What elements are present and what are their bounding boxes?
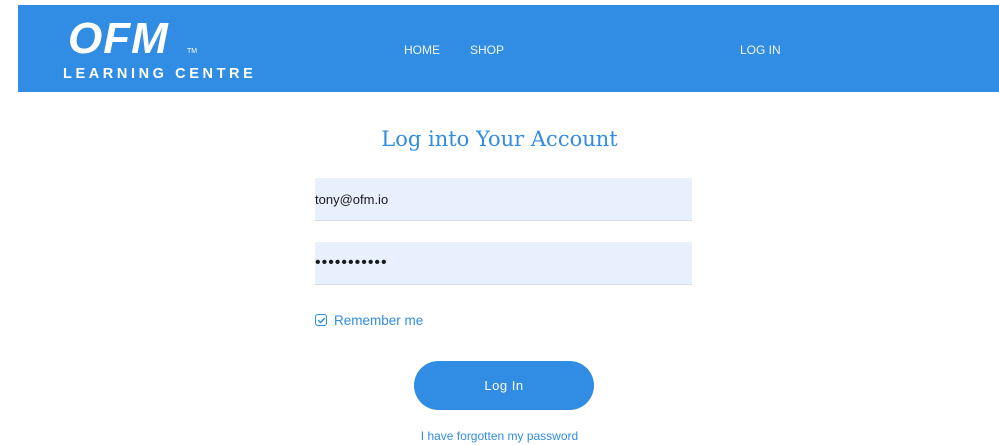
password-field[interactable] — [315, 242, 692, 285]
nav-login-link[interactable]: LOG IN — [740, 43, 781, 57]
logo-trademark: TM — [187, 48, 198, 55]
logo-mark: OFM — [68, 14, 169, 63]
logo-subtitle: LEARNING CENTRE — [63, 66, 257, 82]
forgot-password-link[interactable]: I have forgotten my password — [421, 429, 578, 443]
nav-home-link[interactable]: HOME — [404, 43, 440, 57]
top-header: OFM TM LEARNING CENTRE HOME SHOP LOG IN — [18, 5, 999, 92]
page-title: Log into Your Account — [381, 127, 618, 151]
nav-shop-link[interactable]: SHOP — [470, 43, 504, 57]
remember-me-label: Remember me — [334, 312, 424, 328]
remember-me-row[interactable]: Remember me — [315, 311, 423, 329]
login-page: OFM TM LEARNING CENTRE HOME SHOP LOG IN … — [0, 0, 999, 445]
email-field[interactable] — [315, 178, 692, 221]
remember-me-checkbox[interactable] — [315, 314, 327, 326]
log-in-button[interactable]: Log In — [414, 361, 594, 410]
logo[interactable]: OFM TM LEARNING CENTRE — [62, 5, 292, 92]
forgot-password-row: I have forgotten my password — [0, 428, 999, 444]
check-icon — [317, 317, 325, 323]
